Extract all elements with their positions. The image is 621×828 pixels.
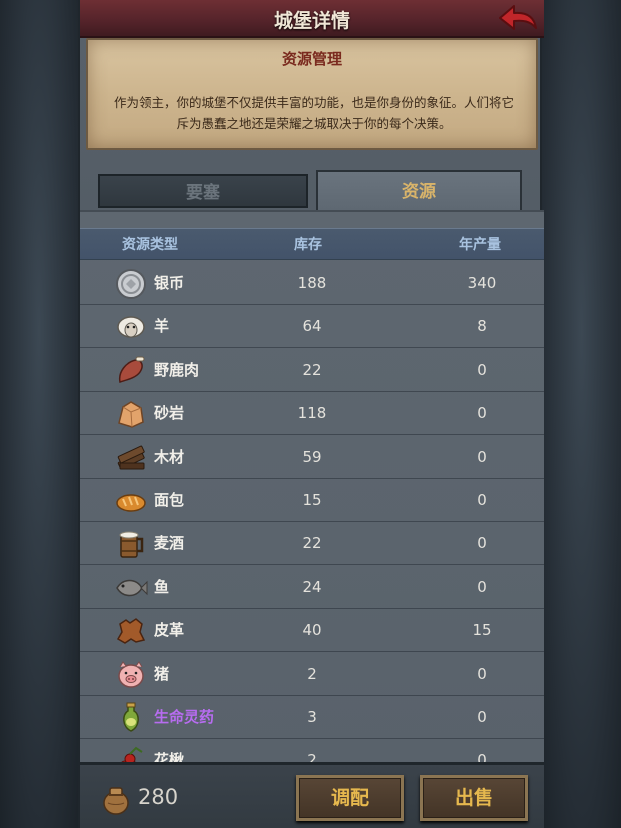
table-row[interactable]: 麦酒 22 0 bbox=[80, 522, 544, 566]
resource-name: 银币 bbox=[154, 274, 185, 292]
table-row[interactable]: 砂岩 118 0 bbox=[80, 392, 544, 436]
column-header-type: 资源类型 bbox=[122, 237, 178, 253]
resource-yield: 0 bbox=[477, 664, 487, 683]
sandstone-icon bbox=[118, 401, 144, 428]
resource-name: 麦酒 bbox=[154, 534, 185, 553]
resource-stock: 59 bbox=[302, 447, 322, 466]
gold-sack-icon bbox=[103, 787, 129, 815]
table-row[interactable]: 面包 15 0 bbox=[80, 479, 544, 522]
resource-name: 木材 bbox=[154, 447, 185, 466]
resource-yield: 0 bbox=[477, 447, 487, 466]
resource-yield: 0 bbox=[477, 404, 487, 423]
resource-name: 羊 bbox=[154, 317, 170, 336]
tab-fortress[interactable]: 要塞 bbox=[98, 174, 308, 208]
notice-parchment: 资源管理 作为领主，你的城堡不仅提供丰富的功能，也是你身份的象征。人们将它斥为愚… bbox=[86, 38, 538, 150]
resource-stock: 188 bbox=[297, 274, 327, 292]
background-left bbox=[0, 0, 78, 828]
ale-icon bbox=[119, 531, 144, 559]
resource-name: 花楸 bbox=[154, 751, 185, 762]
leather-icon bbox=[116, 618, 146, 645]
background-right bbox=[542, 0, 621, 828]
table-row[interactable]: 鱼 24 0 bbox=[80, 566, 544, 609]
notice-title: 资源管理 bbox=[281, 50, 342, 68]
footer-bar: 280 调配 出售 bbox=[80, 762, 544, 828]
sell-button[interactable]: 出售 bbox=[420, 775, 528, 821]
resource-name: 猪 bbox=[154, 664, 170, 683]
table-row[interactable]: 羊 64 8 bbox=[80, 305, 544, 349]
allocate-button[interactable]: 调配 bbox=[296, 775, 404, 821]
castle-panel: 城堡详情 资源管理 作为领主，你的城堡不仅提供丰富的功能，也是你身份的象征。人们… bbox=[78, 0, 544, 828]
back-arrow-icon bbox=[499, 5, 537, 30]
resource-stock: 22 bbox=[302, 534, 322, 553]
resource-table[interactable]: 资源类型 库存 年产量 银币 188 340 羊 64 8 野鹿肉 22 0 砂岩 118 0 木材 59… bbox=[80, 210, 544, 762]
resource-yield: 0 bbox=[477, 577, 487, 596]
tab-resources[interactable]: 资源 bbox=[316, 170, 522, 210]
resource-stock: 64 bbox=[302, 317, 322, 336]
resource-name: 面包 bbox=[154, 491, 185, 509]
wood-icon bbox=[117, 445, 145, 470]
table-row[interactable]: 木材 59 0 bbox=[80, 436, 544, 479]
table-row[interactable]: 猪 2 0 bbox=[80, 653, 544, 696]
resource-yield: 0 bbox=[477, 491, 487, 509]
resource-name: 鱼 bbox=[154, 577, 170, 596]
table-row[interactable]: 野鹿肉 22 0 bbox=[80, 349, 544, 392]
resource-yield: 8 bbox=[477, 317, 487, 336]
resource-yield: 0 bbox=[477, 360, 487, 379]
resource-yield: 15 bbox=[472, 621, 492, 640]
resource-stock: 40 bbox=[302, 621, 322, 640]
resource-name: 砂岩 bbox=[154, 404, 185, 423]
resource-name: 野鹿肉 bbox=[154, 360, 200, 379]
sheep-icon bbox=[117, 316, 145, 339]
table-row[interactable]: 花楸 2 0 bbox=[80, 739, 544, 762]
gold-amount: 280 bbox=[138, 785, 179, 809]
pig-icon bbox=[118, 660, 144, 688]
resource-yield: 0 bbox=[477, 534, 487, 553]
table-row[interactable]: 生命灵药 3 0 bbox=[80, 696, 544, 739]
notice-text: 作为领主，你的城堡不仅提供丰富的功能，也是你身份的象征。人们将它斥为愚蠢之地还是… bbox=[113, 95, 514, 131]
silver-coin-icon bbox=[116, 269, 146, 299]
column-header-yield: 年产量 bbox=[459, 237, 501, 253]
resource-name: 皮革 bbox=[154, 621, 185, 640]
resource-name: 生命灵药 bbox=[154, 708, 215, 726]
table-row[interactable]: 银币 188 340 bbox=[80, 262, 544, 305]
resource-stock: 2 bbox=[307, 751, 317, 762]
elixir-icon bbox=[123, 702, 139, 732]
resource-stock: 118 bbox=[297, 404, 327, 423]
table-header: 资源类型 库存 年产量 bbox=[80, 228, 544, 260]
resource-stock: 24 bbox=[302, 577, 322, 596]
resource-yield: 0 bbox=[477, 708, 487, 726]
resource-stock: 22 bbox=[302, 360, 322, 379]
resource-yield: 0 bbox=[477, 751, 487, 762]
venison-icon bbox=[118, 356, 145, 383]
header-bar: 城堡详情 bbox=[80, 0, 544, 38]
back-button[interactable] bbox=[496, 2, 540, 36]
resource-stock: 15 bbox=[302, 491, 322, 509]
fish-icon bbox=[116, 579, 148, 597]
page-title: 城堡详情 bbox=[273, 10, 350, 32]
bread-icon bbox=[116, 494, 146, 512]
berries-icon bbox=[121, 747, 143, 762]
column-header-stock: 库存 bbox=[294, 237, 322, 253]
table-row[interactable]: 皮革 40 15 bbox=[80, 609, 544, 653]
resource-stock: 3 bbox=[307, 708, 317, 726]
resource-yield: 340 bbox=[467, 274, 497, 292]
tab-bar: 要塞 资源 bbox=[98, 170, 526, 210]
resource-stock: 2 bbox=[307, 664, 317, 683]
